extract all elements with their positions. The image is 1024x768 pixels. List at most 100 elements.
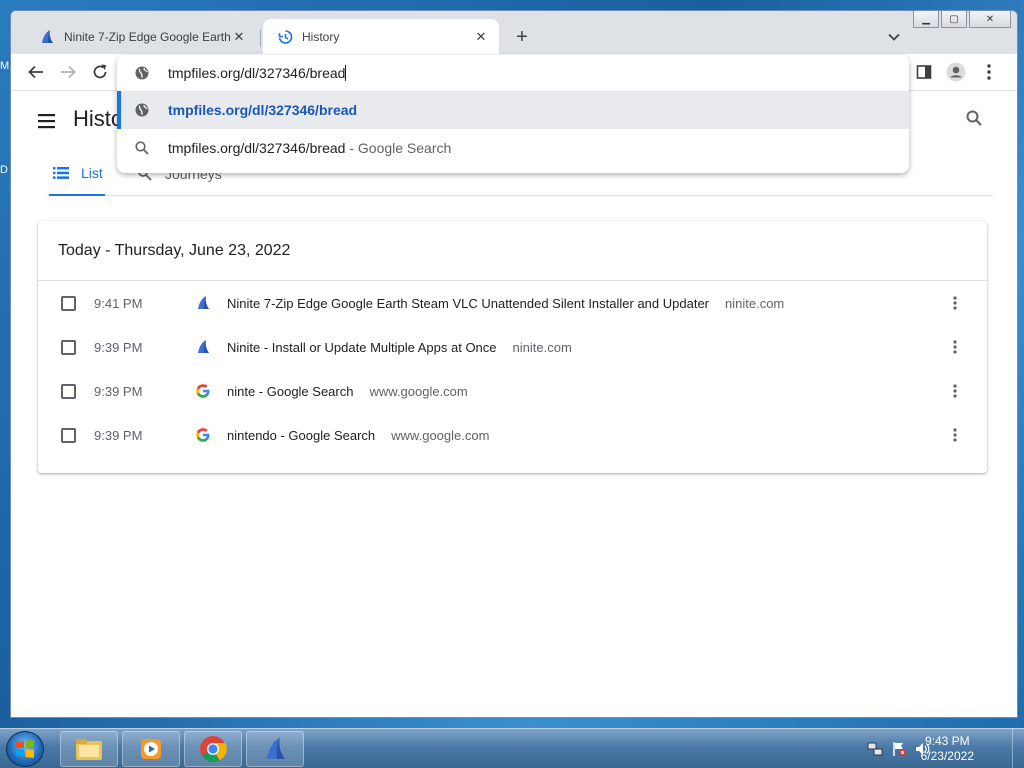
address-input[interactable]: tmpfiles.org/dl/327346/bread xyxy=(168,65,347,81)
globe-icon xyxy=(135,66,149,80)
row-menu-button[interactable] xyxy=(943,291,967,315)
tab-history[interactable]: History ✕ xyxy=(263,19,499,54)
visit-time: 9:39 PM xyxy=(94,339,143,355)
history-link[interactable]: Ninite 7-Zip Edge Google Earth Steam VLC… xyxy=(227,296,784,311)
browser-window: ▁ ▢ ✕ Ninite 7-Zip Edge Google Earth S ✕… xyxy=(10,10,1018,718)
google-icon xyxy=(196,428,210,442)
avatar-icon xyxy=(946,62,966,82)
show-desktop-button[interactable] xyxy=(1012,729,1024,768)
hamburger-icon xyxy=(38,114,55,129)
history-link[interactable]: ninte - Google Search www.google.com xyxy=(227,384,468,399)
side-panel-icon xyxy=(916,65,932,79)
entry-domain: www.google.com xyxy=(369,383,468,399)
kebab-menu-icon xyxy=(953,296,957,310)
row-checkbox[interactable] xyxy=(61,295,76,311)
ninite-icon xyxy=(266,737,285,759)
suggestion-text: tmpfiles.org/dl/327346/bread xyxy=(168,140,346,156)
back-button[interactable] xyxy=(24,60,48,84)
suggestion-text: tmpfiles.org/dl/327346/bread xyxy=(168,102,358,118)
history-row[interactable]: 9:39 PM Ninite - Install or Update Multi… xyxy=(38,325,987,369)
row-checkbox[interactable] xyxy=(61,383,76,399)
search-icon xyxy=(135,141,149,155)
media-player-icon xyxy=(141,739,161,759)
taskbar-chrome[interactable] xyxy=(184,731,242,767)
desktop-icon-label: D xyxy=(0,164,8,176)
entry-title: Ninite - Install or Update Multiple Apps… xyxy=(227,339,497,355)
omnibox-suggestion[interactable]: tmpfiles.org/dl/327346/bread xyxy=(117,91,909,129)
close-window-button[interactable]: ✕ xyxy=(969,11,1011,28)
tab-label: List xyxy=(81,164,103,181)
kebab-menu-icon xyxy=(953,340,957,354)
date-heading: Today - Thursday, June 23, 2022 xyxy=(38,221,987,281)
row-menu-button[interactable] xyxy=(943,335,967,359)
omnibox-dropdown: tmpfiles.org/dl/327346/bread tmpfiles.or… xyxy=(117,55,909,173)
history-card: Today - Thursday, June 23, 2022 9:41 PM … xyxy=(38,221,987,473)
explorer-icon xyxy=(76,739,102,760)
reload-icon xyxy=(93,64,107,79)
history-row[interactable]: 9:41 PM Ninite 7-Zip Edge Google Earth S… xyxy=(38,281,987,325)
text-cursor xyxy=(345,65,347,81)
omnibox-suggestion[interactable]: tmpfiles.org/dl/327346/bread - Google Se… xyxy=(117,129,909,167)
address-bar[interactable]: tmpfiles.org/dl/327346/bread xyxy=(117,55,909,91)
search-icon xyxy=(966,110,982,126)
taskbar: 9:43 PM 6/23/2022 xyxy=(0,728,1024,768)
kebab-menu-icon xyxy=(953,384,957,398)
visit-time: 9:39 PM xyxy=(94,427,143,443)
profile-button[interactable] xyxy=(944,60,968,84)
minimize-button[interactable]: ▁ xyxy=(913,11,939,28)
history-link[interactable]: Ninite - Install or Update Multiple Apps… xyxy=(227,340,572,355)
chrome-icon xyxy=(200,736,227,762)
ninite-icon xyxy=(198,296,209,309)
history-row[interactable]: 9:39 PM nintendo - Google Search www.goo… xyxy=(38,413,987,457)
new-tab-button[interactable]: + xyxy=(511,26,533,48)
ninite-icon xyxy=(42,29,53,43)
tab-close-icon[interactable]: ✕ xyxy=(473,29,489,45)
list-icon xyxy=(53,166,69,179)
kebab-menu-icon xyxy=(987,64,991,80)
maximize-button[interactable]: ▢ xyxy=(941,11,967,28)
google-icon xyxy=(196,384,210,398)
network-icon[interactable] xyxy=(867,741,883,757)
visit-time: 9:39 PM xyxy=(94,383,143,399)
suggestion-source: - Google Search xyxy=(345,140,452,156)
ninite-icon xyxy=(198,340,209,353)
back-arrow-icon xyxy=(28,65,43,79)
hamburger-menu-button[interactable] xyxy=(37,113,57,129)
row-checkbox[interactable] xyxy=(61,339,76,355)
forward-button[interactable] xyxy=(56,60,80,84)
history-link[interactable]: nintendo - Google Search www.google.com xyxy=(227,428,489,443)
tab-close-icon[interactable]: ✕ xyxy=(231,29,247,45)
row-menu-button[interactable] xyxy=(943,379,967,403)
reload-button[interactable] xyxy=(88,60,112,84)
start-button[interactable] xyxy=(6,731,44,767)
chevron-down-icon xyxy=(888,33,900,41)
side-panel-button[interactable] xyxy=(912,60,936,84)
entry-title: ninte - Google Search xyxy=(227,383,354,399)
entry-title: Ninite 7-Zip Edge Google Earth Steam VLC… xyxy=(227,295,709,311)
tab-ninite[interactable]: Ninite 7-Zip Edge Google Earth S ✕ xyxy=(25,19,257,54)
taskbar-media-player[interactable] xyxy=(122,731,180,767)
tab-search-button[interactable] xyxy=(885,28,903,46)
history-search-button[interactable] xyxy=(965,109,987,131)
row-menu-button[interactable] xyxy=(943,423,967,447)
taskbar-explorer[interactable] xyxy=(60,731,118,767)
visit-time: 9:41 PM xyxy=(94,295,143,311)
taskbar-ninite[interactable] xyxy=(246,731,304,767)
row-checkbox[interactable] xyxy=(61,427,76,443)
globe-icon xyxy=(135,103,149,117)
tab-strip: ▁ ▢ ✕ Ninite 7-Zip Edge Google Earth S ✕… xyxy=(11,11,1017,54)
entry-domain: ninite.com xyxy=(512,339,572,355)
tab-list[interactable]: List xyxy=(49,151,105,196)
tab-title: Ninite 7-Zip Edge Google Earth S xyxy=(64,29,231,44)
entry-title: nintendo - Google Search xyxy=(227,427,376,443)
system-clock[interactable]: 9:43 PM 6/23/2022 xyxy=(921,734,974,764)
action-center-flag-icon[interactable] xyxy=(891,741,907,757)
tab-title: History xyxy=(302,29,340,44)
history-row[interactable]: 9:39 PM ninte - Google Search www.google… xyxy=(38,369,987,413)
chrome-menu-button[interactable] xyxy=(977,60,1001,84)
kebab-menu-icon xyxy=(953,428,957,442)
clock-time: 9:43 PM xyxy=(924,734,970,748)
clock-date: 6/23/2022 xyxy=(920,749,974,763)
forward-arrow-icon xyxy=(61,65,76,79)
windows-logo-icon xyxy=(16,740,34,758)
